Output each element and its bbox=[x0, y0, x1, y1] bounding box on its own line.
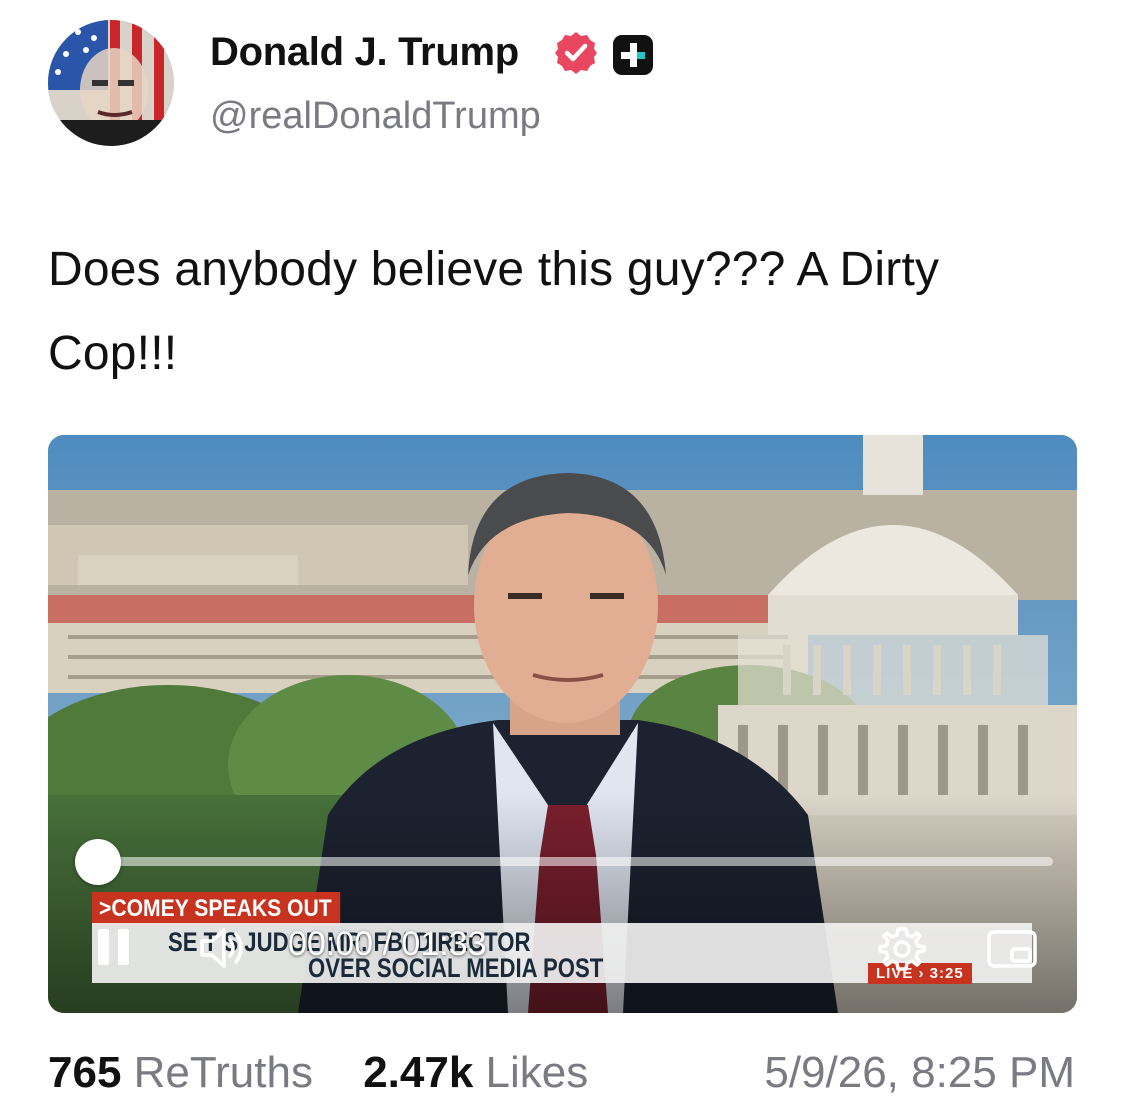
pause-icon[interactable] bbox=[96, 927, 132, 967]
video-time-display: 00:00 / 01:33 bbox=[288, 925, 487, 963]
video-progress-handle[interactable] bbox=[75, 839, 121, 885]
picture-in-picture-icon[interactable] bbox=[986, 929, 1038, 969]
author-handle[interactable]: @realDonaldTrump bbox=[210, 95, 541, 138]
retruths-count[interactable]: 765 bbox=[48, 1048, 121, 1097]
post-timestamp[interactable]: 5/9/26, 8:25 PM bbox=[764, 1048, 1075, 1098]
volume-icon[interactable] bbox=[198, 925, 250, 971]
author-display-name[interactable]: Donald J. Trump bbox=[210, 30, 519, 75]
retruths-label[interactable]: ReTruths bbox=[134, 1048, 313, 1097]
avatar[interactable] bbox=[48, 20, 174, 146]
gear-icon[interactable] bbox=[878, 925, 926, 973]
news-lower-third-tag: >COMEY SPEAKS OUT bbox=[92, 892, 341, 926]
verified-badge-icon bbox=[555, 32, 597, 74]
video-progress-track[interactable] bbox=[98, 857, 1053, 866]
post-text: Does anybody believe this guy??? A Dirty… bbox=[48, 243, 940, 380]
likes-label[interactable]: Likes bbox=[486, 1048, 589, 1097]
post-stats: 765 ReTruths 2.47k Likes bbox=[48, 1048, 588, 1098]
likes-count[interactable]: 2.47k bbox=[363, 1048, 473, 1097]
plus-badge-icon bbox=[613, 35, 653, 75]
video-player[interactable]: >COMEY SPEAKS OUT SE T S JUDGE MR. FBI D… bbox=[48, 435, 1077, 1013]
